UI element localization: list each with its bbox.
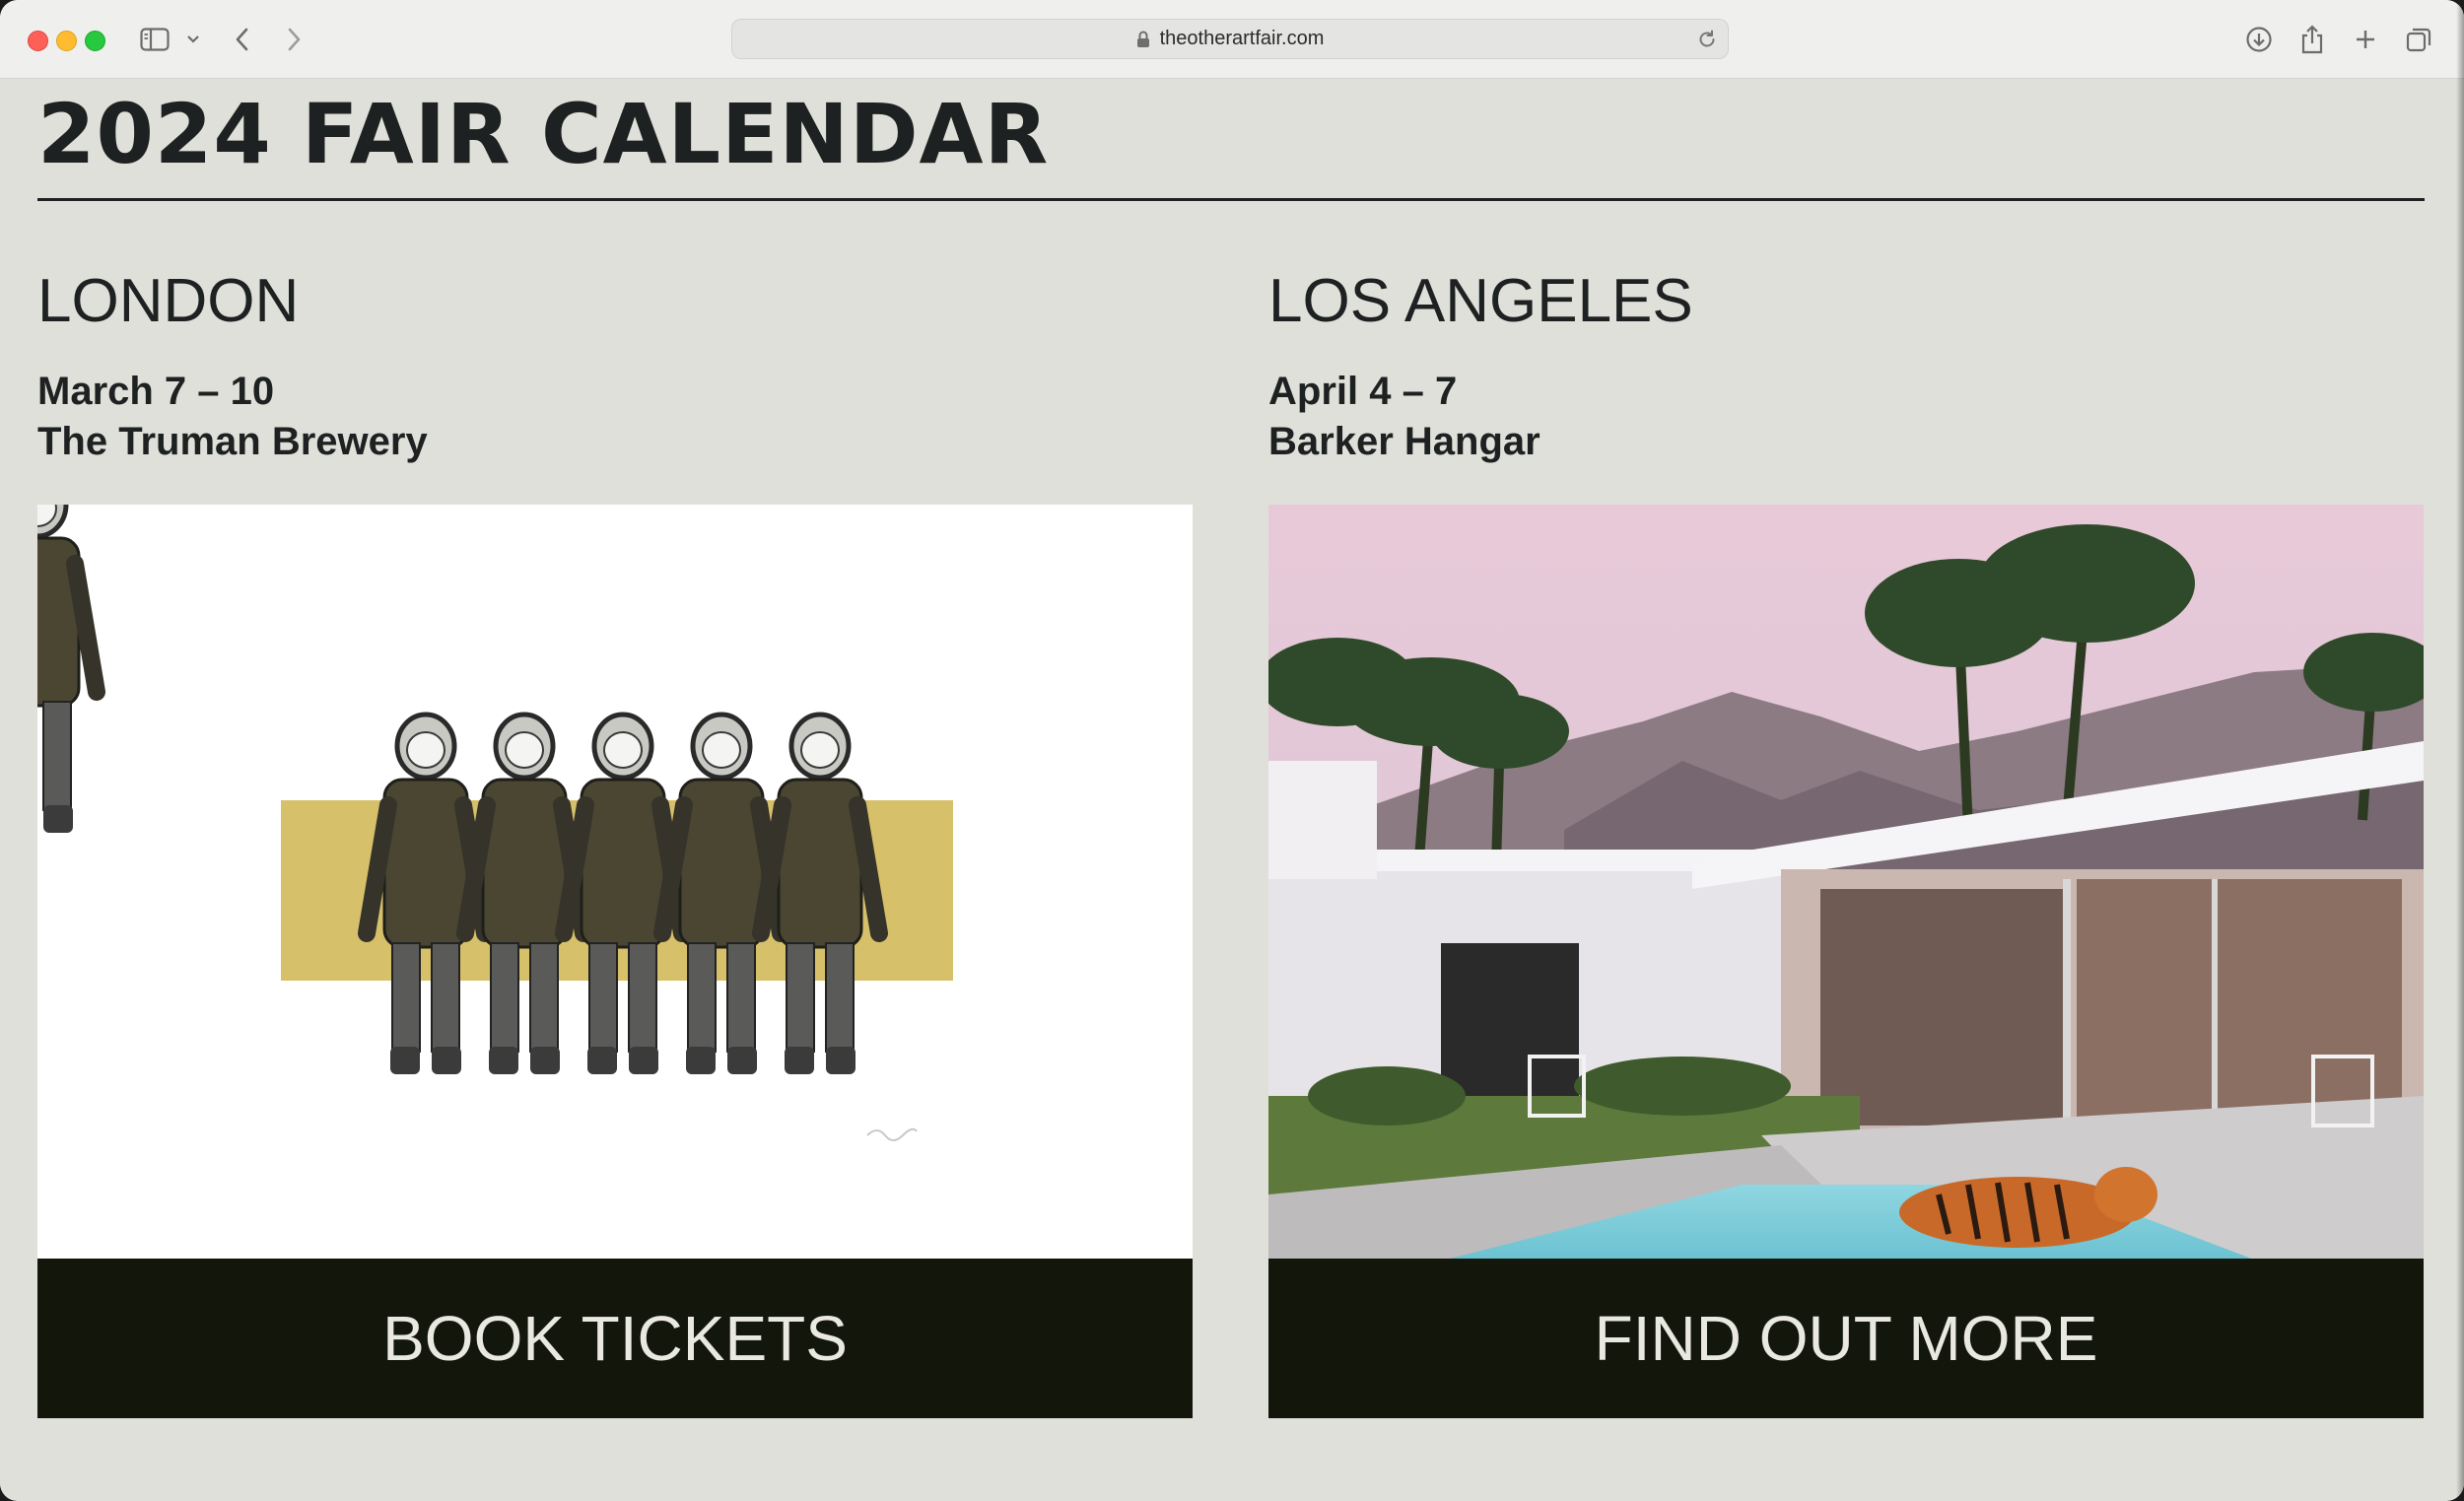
sidebar-icon[interactable] xyxy=(135,20,174,59)
chevron-right-icon[interactable] xyxy=(274,20,313,59)
modernist-house-tiger-artwork[interactable] xyxy=(1268,505,2424,1260)
reload-icon[interactable] xyxy=(1696,29,1718,50)
find-out-more-button[interactable]: FIND OUT MORE xyxy=(1268,1259,2424,1418)
astronauts-artwork[interactable] xyxy=(37,505,1193,1260)
fair-city: LONDON xyxy=(37,267,300,335)
web-page: 2024 FAIR CALENDAR LONDON March 7 – 10 T… xyxy=(0,79,2464,1501)
plus-icon[interactable] xyxy=(2346,20,2385,59)
url-text: theotherartfair.com xyxy=(1159,28,1325,49)
share-icon[interactable] xyxy=(2293,20,2332,59)
address-bar[interactable]: theotherartfair.com xyxy=(731,19,1729,59)
minimize-window-button[interactable] xyxy=(56,31,77,51)
book-tickets-button[interactable]: BOOK TICKETS xyxy=(37,1259,1193,1418)
chevron-down-icon[interactable] xyxy=(173,20,213,59)
title-divider xyxy=(37,198,2425,201)
browser-window: theotherartfair.com 2024 FAIR CALENDAR L… xyxy=(0,0,2464,1501)
fair-dates: April 4 – 7 xyxy=(1268,370,1458,413)
download-icon[interactable] xyxy=(2239,20,2279,59)
maximize-window-button[interactable] xyxy=(85,31,105,51)
fair-city: LOS ANGELES xyxy=(1268,267,1693,335)
close-window-button[interactable] xyxy=(28,31,48,51)
browser-toolbar: theotherartfair.com xyxy=(0,0,2464,79)
fair-dates: March 7 – 10 xyxy=(37,370,275,413)
lock-icon xyxy=(1136,31,1149,47)
tabs-icon[interactable] xyxy=(2399,20,2438,59)
fair-venue: Barker Hangar xyxy=(1268,420,1540,463)
chevron-left-icon[interactable] xyxy=(223,20,262,59)
window-edge-shadow xyxy=(2456,0,2464,1501)
page-title: 2024 FAIR CALENDAR xyxy=(37,86,1050,182)
fair-venue: The Truman Brewery xyxy=(37,420,428,463)
